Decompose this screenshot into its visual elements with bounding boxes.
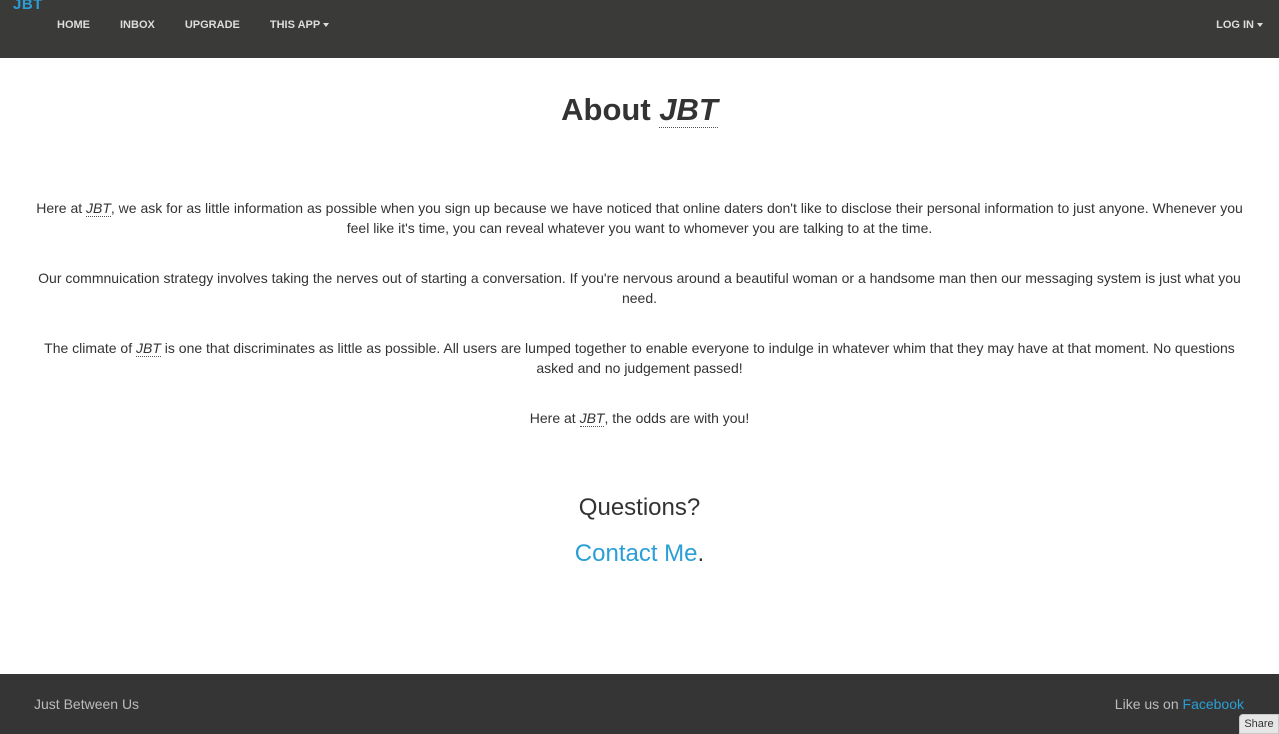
nav-upgrade-label: UPGRADE (184, 19, 240, 31)
caret-down-icon (323, 23, 330, 27)
nav-inbox-link[interactable]: INBOX (105, 18, 170, 32)
about-paragraph-4: Here at JBT, the odds are with you! (30, 408, 1249, 428)
para4-after: , the odds are with you! (604, 410, 750, 426)
facebook-link[interactable]: Facebook (1183, 696, 1244, 712)
para3-abbr: JBT (136, 340, 161, 357)
para1-abbr: JBT (86, 200, 111, 217)
para1-before: Here at (36, 200, 87, 216)
para1-after: , we ask for as little information as po… (110, 200, 1243, 236)
contact-me-link[interactable]: Contact Me (575, 540, 698, 567)
nav-inbox-label: INBOX (120, 19, 155, 31)
nav-right: LOG IN (1216, 18, 1263, 32)
page-title: About JBT (0, 92, 1279, 128)
login-label: LOG IN (1216, 19, 1254, 31)
para4-before: Here at (529, 410, 580, 426)
questions-heading: Questions? (578, 494, 701, 521)
page-title-prefix: About (561, 92, 660, 127)
nav-links: HOME INBOX UPGRADE THIS APP (42, 18, 344, 32)
footer: Just Between Us Like us on Facebook (0, 674, 1279, 734)
para4-abbr: JBT (579, 410, 605, 427)
para3-after: is one that discriminates as little as p… (160, 340, 1235, 376)
nav-upgrade-link[interactable]: UPGRADE (170, 18, 255, 32)
footer-social: Like us on Facebook (1115, 696, 1244, 712)
share-button[interactable]: Share (1239, 714, 1279, 734)
para3-before: The climate of (44, 340, 136, 356)
nav-this-app-label: THIS APP (269, 19, 321, 31)
nav-this-app-dropdown[interactable]: THIS APP (255, 18, 344, 32)
page-title-abbr: JBT (659, 92, 718, 128)
nav-home-link[interactable]: HOME (42, 18, 105, 32)
contact-suffix: . (697, 540, 705, 567)
footer-social-prefix: Like us on (1114, 696, 1183, 712)
about-paragraph-1: Here at JBT, we ask for as little inform… (30, 198, 1249, 238)
contact-line: Contact Me. (0, 540, 1279, 568)
brand-logo[interactable]: JBT (13, 0, 43, 13)
login-dropdown[interactable]: LOG IN (1216, 18, 1263, 32)
nav-home-label: HOME (57, 19, 90, 31)
footer-tagline: Just Between Us (34, 696, 140, 712)
caret-down-icon (1257, 23, 1263, 27)
about-paragraph-3: The climate of JBT is one that discrimin… (30, 338, 1249, 378)
about-paragraph-2: Our commnuication strategy involves taki… (38, 270, 1241, 306)
top-navbar: JBT HOME INBOX UPGRADE THIS APP LOG IN (0, 0, 1279, 58)
